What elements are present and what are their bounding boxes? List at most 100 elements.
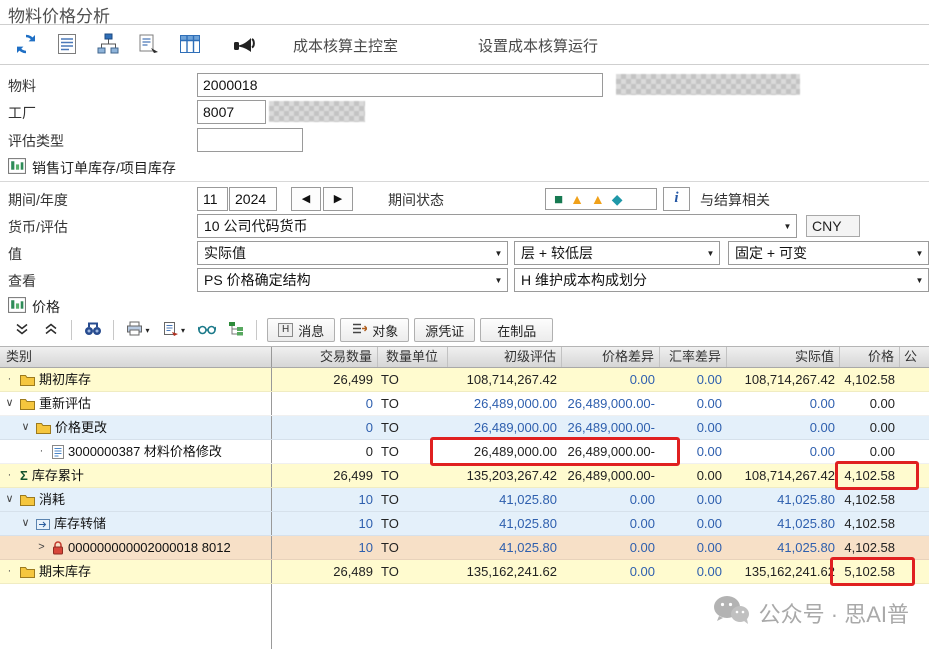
column-header-category[interactable]: 类别 — [0, 347, 272, 367]
export-button[interactable]: ▾ — [157, 318, 191, 342]
row-label[interactable]: 消耗 — [39, 488, 65, 511]
material-input[interactable] — [197, 73, 603, 97]
next-period-button[interactable]: ▶ — [323, 187, 353, 211]
expander-open-icon[interactable]: ∨ — [19, 512, 32, 535]
expander-open-icon[interactable]: ∨ — [3, 392, 16, 415]
cell-exch-diff[interactable]: 0.00 — [660, 392, 727, 415]
cell-qty[interactable]: 26,489 — [272, 560, 378, 583]
period-input[interactable] — [197, 187, 228, 211]
previous-period-button[interactable]: ◀ — [291, 187, 321, 211]
table-row[interactable]: ·3000000387 材料价格修改0TO26,489,000.0026,489… — [0, 440, 929, 464]
level-select[interactable]: 层 + 较低层 ▼ — [514, 241, 720, 265]
row-label[interactable]: 000000000002000018 8012 — [68, 536, 231, 559]
cell-qty[interactable]: 10 — [272, 512, 378, 535]
row-label[interactable]: 库存转储 — [54, 512, 106, 535]
collapse-all-button[interactable] — [8, 318, 35, 342]
cell-valuation[interactable]: 135,162,241.62 — [448, 560, 562, 583]
cell-actual[interactable]: 108,714,267.42 — [727, 368, 840, 391]
sales-order-stock-row[interactable]: 销售订单库存/项目库存 — [0, 155, 929, 181]
expander-open-icon[interactable]: ∨ — [3, 488, 16, 511]
cell-unit[interactable]: TO — [378, 368, 448, 391]
cell-unit[interactable]: TO — [378, 392, 448, 415]
cell-exch-diff[interactable]: 0.00 — [660, 512, 727, 535]
column-header-price[interactable]: 价格 — [840, 347, 900, 367]
cell-exch-diff[interactable]: 0.00 — [660, 368, 727, 391]
cell-actual[interactable]: 108,714,267.42 — [727, 464, 840, 487]
column-header-company[interactable]: 公 — [900, 347, 929, 367]
cell-exch-diff[interactable]: 0.00 — [660, 416, 727, 439]
cell-exch-diff[interactable]: 0.00 — [660, 536, 727, 559]
cell-price[interactable]: 0.00 — [840, 440, 900, 463]
cell-price[interactable]: 4,102.58 — [840, 368, 900, 391]
column-header-actual-value[interactable]: 实际值 — [727, 347, 840, 367]
cell-valuation[interactable]: 41,025.80 — [448, 488, 562, 511]
cell-price-diff[interactable]: 26,489,000.00- — [562, 440, 660, 463]
cell-exch-diff[interactable]: 0.00 — [660, 560, 727, 583]
cell-unit[interactable]: TO — [378, 560, 448, 583]
column-header-exchange-difference[interactable]: 汇率差异 — [660, 347, 727, 367]
column-header-quantity[interactable]: 交易数量 — [272, 347, 378, 367]
table-row[interactable]: ∨价格更改0TO26,489,000.0026,489,000.00-0.000… — [0, 416, 929, 440]
info-button[interactable]: i — [663, 187, 690, 211]
cell-unit[interactable]: TO — [378, 440, 448, 463]
expand-all-button[interactable] — [37, 318, 64, 342]
cell-unit[interactable]: TO — [378, 488, 448, 511]
table-row[interactable]: ·期末库存26,489TO135,162,241.620.000.00135,1… — [0, 560, 929, 584]
currency-select[interactable]: 10 公司代码货币 ▼ — [197, 214, 797, 238]
hierarchy-button[interactable] — [90, 29, 126, 61]
table-row[interactable]: ∨库存转储10TO41,025.800.000.0041,025.804,102… — [0, 512, 929, 536]
cell-exch-diff[interactable]: 0.00 — [660, 488, 727, 511]
value-type-select[interactable]: 实际值 ▼ — [197, 241, 508, 265]
cell-qty[interactable]: 10 — [272, 488, 378, 511]
cell-actual[interactable]: 0.00 — [727, 392, 840, 415]
print-button[interactable]: ▾ — [121, 318, 155, 342]
source-document-button[interactable]: 源凭证 — [414, 318, 475, 342]
cell-price[interactable]: 4,102.58 — [840, 488, 900, 511]
cell-price-diff[interactable]: 26,489,000.00- — [562, 416, 660, 439]
table-row[interactable]: ∨消耗10TO41,025.800.000.0041,025.804,102.5… — [0, 488, 929, 512]
find-button[interactable] — [79, 318, 106, 342]
cell-valuation[interactable]: 26,489,000.00 — [448, 392, 562, 415]
cell-unit[interactable]: TO — [378, 512, 448, 535]
grid-button[interactable] — [172, 29, 208, 61]
table-row[interactable]: ·期初库存26,499TO108,714,267.420.000.00108,7… — [0, 368, 929, 392]
cost-component-select[interactable]: H 维护成本构成划分 ▼ — [514, 268, 929, 292]
cell-exch-diff[interactable]: 0.00 — [660, 440, 727, 463]
cell-valuation[interactable]: 26,489,000.00 — [448, 440, 562, 463]
row-label[interactable]: 3000000387 材料价格修改 — [68, 440, 222, 463]
wip-button[interactable]: 在制品 — [480, 318, 553, 342]
cell-qty[interactable]: 26,499 — [272, 368, 378, 391]
column-header-price-difference[interactable]: 价格差异 — [562, 347, 660, 367]
cell-price-diff[interactable]: 26,489,000.00- — [562, 392, 660, 415]
cell-price-diff[interactable]: 0.00 — [562, 488, 660, 511]
announce-button[interactable] — [227, 29, 263, 61]
messages-button[interactable]: H消息 — [267, 318, 335, 342]
cell-actual[interactable]: 135,162,241.62 — [727, 560, 840, 583]
cell-valuation[interactable]: 26,489,000.00 — [448, 416, 562, 439]
column-header-unit[interactable]: 数量单位 — [378, 347, 448, 367]
table-row[interactable]: ∨重新评估0TO26,489,000.0026,489,000.00-0.000… — [0, 392, 929, 416]
row-label[interactable]: 期末库存 — [39, 560, 91, 583]
display-button[interactable] — [193, 318, 220, 342]
cell-actual[interactable]: 41,025.80 — [727, 536, 840, 559]
cell-price[interactable]: 0.00 — [840, 392, 900, 415]
cell-price-diff[interactable]: 0.00 — [562, 368, 660, 391]
cell-actual[interactable]: 0.00 — [727, 416, 840, 439]
cell-actual[interactable]: 0.00 — [727, 440, 840, 463]
cell-price[interactable]: 4,102.58 — [840, 464, 900, 487]
fixed-variable-select[interactable]: 固定 + 可变 ▼ — [728, 241, 929, 265]
cell-valuation[interactable]: 41,025.80 — [448, 512, 562, 535]
cell-price-diff[interactable]: 0.00 — [562, 560, 660, 583]
cockpit-button[interactable]: 成本核算主控室 — [293, 35, 398, 56]
cell-valuation[interactable]: 135,203,267.42 — [448, 464, 562, 487]
layout-button[interactable] — [49, 29, 85, 61]
view-structure-select[interactable]: PS 价格确定结构 ▼ — [197, 268, 508, 292]
row-label[interactable]: 期初库存 — [39, 368, 91, 391]
cell-unit[interactable]: TO — [378, 464, 448, 487]
plant-input[interactable] — [197, 100, 266, 124]
cell-qty[interactable]: 26,499 — [272, 464, 378, 487]
cell-price-diff[interactable]: 0.00 — [562, 536, 660, 559]
expander-open-icon[interactable]: ∨ — [19, 416, 32, 439]
tree-view-button[interactable] — [222, 318, 249, 342]
cell-unit[interactable]: TO — [378, 536, 448, 559]
